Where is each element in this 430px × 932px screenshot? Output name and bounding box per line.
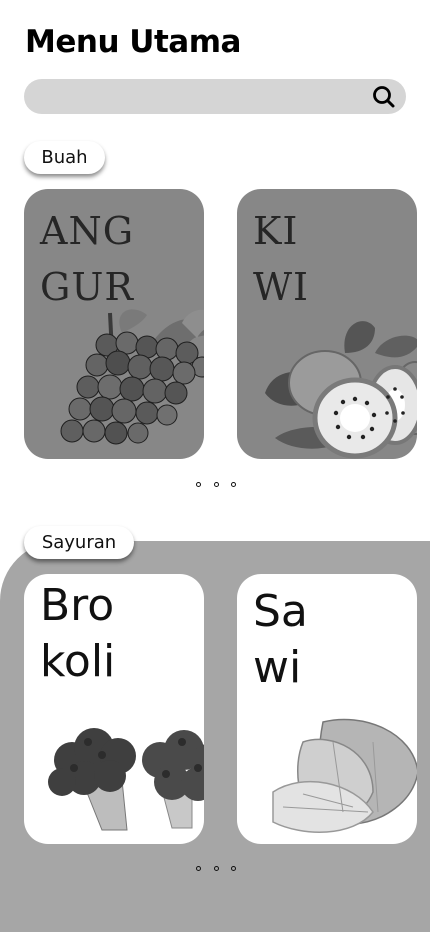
broccoli-illustration	[48, 728, 204, 831]
product-card-brokoli[interactable]: Bro koli	[24, 574, 204, 844]
product-name: ANG GUR	[40, 209, 135, 309]
product-card-anggur[interactable]: ANG GUR	[24, 189, 204, 459]
search-icon[interactable]	[371, 84, 397, 110]
page-title: Menu Utama	[25, 24, 241, 60]
product-card-sawi[interactable]: Sa wi	[237, 574, 417, 844]
kiwi-illustration	[265, 321, 417, 459]
chinese-cabbage-illustration	[272, 718, 417, 833]
category-pill-buah[interactable]: Buah	[24, 141, 105, 174]
more-dots-icon[interactable]	[196, 479, 236, 489]
category-pill-sayuran[interactable]: Sayuran	[24, 526, 134, 559]
more-dots-icon[interactable]	[196, 863, 236, 873]
product-name: Bro koli	[40, 580, 116, 687]
product-card-kiwi[interactable]: KI WI	[237, 189, 417, 459]
grapes-illustration	[60, 309, 204, 445]
search-input[interactable]	[24, 79, 406, 114]
product-name: KI WI	[253, 209, 310, 309]
product-name: Sa wi	[253, 586, 308, 693]
